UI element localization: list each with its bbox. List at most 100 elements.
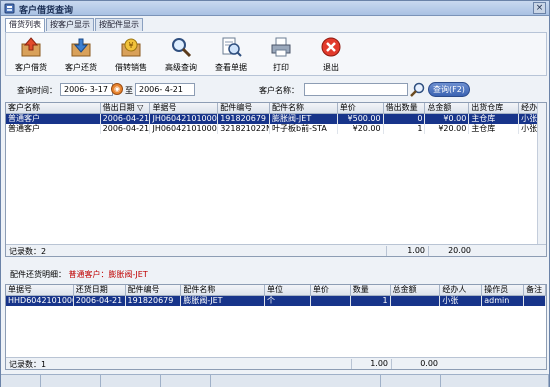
cell-return-date: 2006-04-21: [74, 296, 126, 306]
exit-icon: [320, 36, 342, 58]
cell-borrow-qty: 1: [384, 124, 426, 134]
cell-warehouse: 主仓库: [469, 124, 520, 134]
return-grid-header: 单据号 还货日期 配件编号 配件名称 单位 单价 数量 总金额 经办人 操作员 …: [6, 285, 546, 296]
date-from-input[interactable]: 2006- 3-17: [60, 83, 113, 96]
col-return-doc-no[interactable]: 单据号: [6, 285, 74, 295]
col-part-no[interactable]: 配件编号: [218, 103, 271, 113]
col-return-price[interactable]: 单价: [311, 285, 351, 295]
cell-return-price: [311, 296, 351, 306]
print-button[interactable]: 打印: [256, 33, 306, 75]
col-total-amount[interactable]: 总金额: [425, 103, 470, 113]
view-document-icon: [220, 36, 242, 58]
table-row[interactable]: 普通客户 2006-04-21 JH06042101000 321821022N…: [6, 124, 546, 134]
cell-part-no: 191820679: [218, 114, 271, 124]
cell-return-part-no: 191820679: [126, 296, 182, 306]
return-record-count: 记录数：1: [9, 360, 47, 369]
cell-return-part-name: 膨胀阀-JET: [181, 296, 266, 306]
col-return-part-no[interactable]: 配件编号: [126, 285, 182, 295]
customer-name-input[interactable]: [304, 83, 408, 96]
status-panel: [211, 375, 381, 387]
borrow-grid-vertical-scrollbar[interactable]: [537, 103, 546, 246]
printer-icon: [270, 36, 292, 58]
convert-sale-button[interactable]: ¥ 借转销售: [106, 33, 156, 75]
cell-return-unit: 个: [265, 296, 311, 306]
customer-borrow-button[interactable]: 客户借货: [6, 33, 56, 75]
cell-total-amount: ¥20.00: [425, 124, 470, 134]
customer-return-button[interactable]: 客户还货: [56, 33, 106, 75]
col-customer-name[interactable]: 客户名称: [6, 103, 101, 113]
convert-sale-icon: ¥: [120, 36, 142, 58]
cell-return-operator: admin: [482, 296, 525, 306]
print-label: 打印: [273, 63, 289, 72]
cell-document-no: JH06042101000: [152, 114, 219, 124]
col-part-name[interactable]: 配件名称: [270, 103, 338, 113]
query-button[interactable]: 查询(F2): [428, 82, 470, 97]
cell-customer-name: 普通客户: [6, 114, 101, 124]
return-detail-customer: 普通客户：膨胀阀-JET: [68, 270, 148, 279]
exit-button[interactable]: 退出: [306, 33, 356, 75]
cell-unit-price: ¥500.00: [338, 114, 384, 124]
tab-borrow-list[interactable]: 借货列表: [5, 18, 45, 32]
col-return-operator[interactable]: 操作员: [482, 285, 525, 295]
cell-borrow-date: 2006-04-21: [102, 124, 151, 134]
cell-warehouse: 主仓库: [469, 114, 520, 124]
col-return-date[interactable]: 还货日期: [74, 285, 126, 295]
cell-borrow-date: 2006-04-21: [102, 114, 151, 124]
col-return-amount[interactable]: 总金额: [391, 285, 441, 295]
tab-bar: 借货列表 按客户显示 按配件显示: [5, 18, 144, 32]
borrow-grid: 客户名称 借出日期 ▽ 单据号 配件编号 配件名称 单价 借出数量 总金额 出货…: [5, 102, 547, 257]
table-row[interactable]: 普通客户 2006-04-21 JH06042101000 191820679 …: [6, 114, 546, 124]
return-grid: 单据号 还货日期 配件编号 配件名称 单位 单价 数量 总金额 经办人 操作员 …: [5, 284, 547, 370]
cell-return-remark: [524, 296, 546, 306]
close-button[interactable]: ×: [533, 2, 546, 14]
col-borrow-qty[interactable]: 借出数量: [384, 103, 426, 113]
col-return-remark[interactable]: 备注: [524, 285, 546, 295]
title-bar: 客户借货查询 ×: [1, 1, 549, 16]
customer-return-label: 客户还货: [65, 63, 97, 72]
search-icon[interactable]: [410, 82, 426, 98]
date-to-input[interactable]: 2006- 4-21: [135, 83, 195, 96]
calendar-from-icon[interactable]: ◉: [111, 83, 123, 95]
borrow-record-count: 记录数：2: [9, 247, 47, 256]
return-total-amount: 0.00: [391, 359, 441, 369]
tab-by-part[interactable]: 按配件显示: [95, 18, 143, 31]
cell-total-amount: ¥0.00: [425, 114, 470, 124]
return-detail-label: 配件还货明细：: [10, 270, 66, 279]
cell-part-name: 叶子板b前-STA: [270, 124, 338, 134]
advanced-query-button[interactable]: 高级查询: [156, 33, 206, 75]
col-return-unit[interactable]: 单位: [265, 285, 311, 295]
return-grid-footer: 记录数：1 1.00 0.00: [6, 357, 546, 369]
convert-sale-label: 借转销售: [115, 63, 147, 72]
customer-borrow-label: 客户借货: [15, 63, 47, 72]
cell-return-doc-no: HHD60421010001: [8, 296, 74, 306]
view-document-button[interactable]: 查看单据: [206, 33, 256, 75]
main-window: 客户借货查询 × 借货列表 按客户显示 按配件显示 客户借货 客户还货 ¥ 借转…: [0, 0, 550, 387]
col-return-part-name[interactable]: 配件名称: [181, 285, 266, 295]
table-row[interactable]: HHD60421010001 2006-04-21 191820679 膨胀阀-…: [6, 296, 546, 306]
col-return-handler[interactable]: 经办人: [440, 285, 483, 295]
query-time-label: 查询时间：: [17, 86, 57, 95]
cell-unit-price: ¥20.00: [338, 124, 384, 134]
col-borrow-date[interactable]: 借出日期 ▽: [101, 103, 151, 113]
col-return-qty[interactable]: 数量: [351, 285, 391, 295]
advanced-query-label: 高级查询: [165, 63, 197, 72]
svg-text:¥: ¥: [128, 41, 133, 50]
status-panel: [41, 375, 101, 387]
cell-part-name: 膨胀阀-JET: [270, 114, 338, 124]
return-total-qty: 1.00: [351, 359, 391, 369]
tab-by-customer[interactable]: 按客户显示: [46, 18, 94, 31]
status-panel: [441, 375, 549, 387]
status-panel: [1, 375, 41, 387]
exit-label: 退出: [323, 63, 339, 72]
borrow-grid-header: 客户名称 借出日期 ▽ 单据号 配件编号 配件名称 单价 借出数量 总金额 出货…: [6, 103, 546, 114]
magnifier-icon: [170, 36, 192, 58]
col-unit-price[interactable]: 单价: [338, 103, 384, 113]
status-bar: [1, 374, 549, 387]
col-document-no[interactable]: 单据号: [150, 103, 219, 113]
toolbar: 客户借货 客户还货 ¥ 借转销售 高级查询 查看单据 打印 退出: [5, 32, 547, 76]
col-warehouse[interactable]: 出货仓库: [469, 103, 520, 113]
window-title: 客户借货查询: [19, 6, 74, 16]
status-panel: [161, 375, 211, 387]
cell-document-no: JH06042101000: [152, 124, 219, 134]
status-panel: [381, 375, 441, 387]
